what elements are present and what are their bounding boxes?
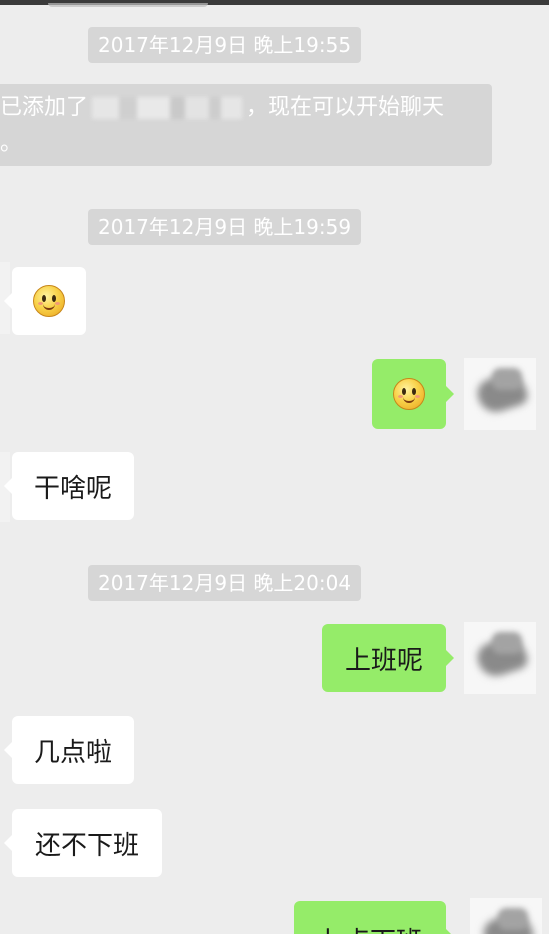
message-text: 七点下班: [318, 921, 422, 934]
system-message-line2: 。: [0, 131, 23, 156]
smiley-icon: [33, 285, 65, 317]
status-bar: [0, 0, 549, 7]
message-bubble-incoming[interactable]: 干啥呢: [4, 452, 134, 520]
message-text: 上班呢: [344, 645, 423, 676]
message-text: 干啥呢: [33, 473, 112, 504]
my-avatar[interactable]: [464, 358, 536, 430]
message-text: 还不下班: [34, 830, 139, 861]
system-message-prefix: 已添加了: [0, 95, 89, 120]
timestamp: 2017年12月9日 晚上20:04: [88, 565, 362, 601]
redacted-contact-name: [92, 97, 243, 119]
message-bubble-incoming[interactable]: 几点啦: [4, 716, 134, 784]
message-bubble-outgoing[interactable]: 七点下班: [294, 901, 454, 934]
my-avatar[interactable]: [464, 622, 536, 694]
system-message: 已添加了 ，现在可以开始聊天 。: [0, 84, 492, 166]
message-bubble-outgoing[interactable]: [372, 359, 454, 429]
message-bubble-incoming[interactable]: 还不下班: [4, 809, 162, 877]
system-message-line: 已添加了 ，现在可以开始聊天: [0, 90, 492, 126]
status-bar-notch: [48, 3, 208, 7]
timestamp: 2017年12月9日 晚上19:55: [88, 27, 362, 63]
message-bubble-incoming[interactable]: [4, 267, 86, 335]
smiley-icon: [393, 378, 425, 410]
system-message-suffix: ，现在可以开始聊天: [246, 95, 445, 120]
chat-screen: 2017年12月9日 晚上19:55 已添加了 ，现在可以开始聊天 。 2017年…: [0, 0, 549, 934]
message-bubble-outgoing[interactable]: 上班呢: [322, 624, 454, 692]
timestamp: 2017年12月9日 晚上19:59: [88, 209, 362, 245]
message-text: 几点啦: [33, 737, 112, 768]
my-avatar[interactable]: [470, 898, 542, 934]
